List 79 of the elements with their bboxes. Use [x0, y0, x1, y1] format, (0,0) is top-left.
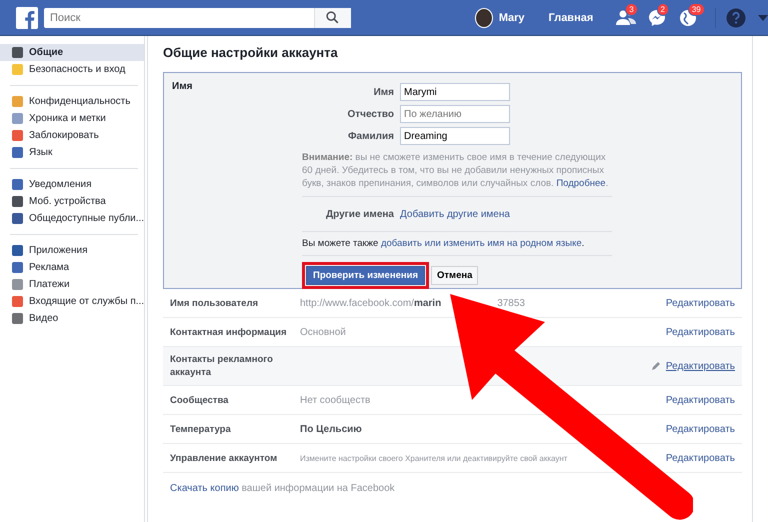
- row-value: По Цельсию: [300, 424, 362, 434]
- learn-more-link[interactable]: Подробнее: [556, 178, 606, 189]
- sidebar-item[interactable]: Входящие от службы п...: [0, 293, 144, 310]
- add-other-names-link[interactable]: Добавить другие имена: [400, 208, 510, 220]
- settings-category-icon: [12, 96, 23, 107]
- help-icon[interactable]: [726, 8, 746, 28]
- settings-category-icon: [12, 279, 23, 290]
- edit-link[interactable]: Редактировать: [666, 394, 735, 406]
- edit-link[interactable]: Редактировать: [666, 298, 735, 308]
- home-link[interactable]: Главная: [548, 12, 594, 24]
- settings-category-icon: [12, 179, 23, 190]
- period-text: .: [606, 178, 608, 189]
- sidebar-item[interactable]: Уведомления: [0, 176, 144, 193]
- sidebar-item[interactable]: Язык: [0, 144, 144, 161]
- settings-category-icon: [12, 213, 23, 224]
- sidebar-item[interactable]: Безопасность и вход: [0, 61, 144, 78]
- settings-category-icon: [12, 113, 23, 124]
- username-url: 37853: [497, 298, 525, 308]
- settings-category-icon: [12, 196, 23, 207]
- edit-link[interactable]: Редактировать: [666, 326, 735, 338]
- input-field[interactable]: По желанию: [400, 105, 510, 123]
- settings-category-icon: [12, 313, 23, 324]
- logo-icon[interactable]: [16, 6, 38, 28]
- cancel-button[interactable]: Отмена: [431, 266, 478, 285]
- edit-link[interactable]: Редактировать: [666, 360, 735, 372]
- notification-count: 39: [688, 2, 705, 16]
- username-url: http://www.facebook.com/marin: [300, 298, 442, 308]
- row-value: Основной: [300, 326, 346, 338]
- section-label: Имя: [172, 81, 194, 94]
- profile-link[interactable]: Mary: [498, 12, 525, 24]
- native-name-link[interactable]: добавить или изменить имя на родном языке: [380, 238, 582, 249]
- input-field[interactable]: Marymi: [400, 83, 510, 101]
- settings-category-icon: [12, 245, 23, 256]
- search-icon[interactable]: [314, 8, 351, 28]
- download-link[interactable]: Скачать копию: [170, 483, 239, 494]
- row-label: Температура: [170, 422, 232, 436]
- row-label: Имя пользователя: [170, 296, 260, 310]
- native-name-text: Вы можете также добавить или изменить имя на родном языке.: [302, 238, 586, 249]
- sidebar-item[interactable]: Приложения: [0, 242, 144, 259]
- sidebar-item[interactable]: Платежи: [0, 276, 144, 293]
- sidebar-item[interactable]: Хроника и метки: [0, 110, 144, 127]
- row-label: Контакты рекламного аккаунта: [170, 353, 274, 379]
- sidebar-item[interactable]: Конфиденциальность: [0, 93, 144, 110]
- avatar-icon[interactable]: [474, 8, 493, 28]
- row-label: Контактная информация: [170, 326, 288, 338]
- pencil-icon: [650, 361, 661, 371]
- notification-button[interactable]: 3: [616, 8, 638, 28]
- sidebar-item[interactable]: Общие: [0, 44, 144, 61]
- row-value: Нет сообществ: [300, 394, 370, 406]
- edit-link[interactable]: Редактировать: [666, 424, 735, 434]
- settings-category-icon: [12, 130, 23, 141]
- settings-category-icon: [12, 47, 23, 58]
- settings-category-icon: [12, 296, 23, 307]
- sidebar-item[interactable]: Реклама: [0, 259, 144, 276]
- review-changes-button[interactable]: Проверить изменения: [306, 266, 425, 285]
- warning-text: Внимание: вы не сможете изменить свое имя в течение следующих 60 дней. Убедитесь в том, что вы не добавили ненужных прописных букв, знаков препинания, символов или случайных слов. Подробнее.: [302, 151, 610, 190]
- page-title: Общие настройки аккаунта: [163, 44, 339, 60]
- settings-category-icon: [12, 147, 23, 158]
- row-label: Сообщества: [170, 394, 230, 406]
- sidebar-item[interactable]: Заблокировать: [0, 127, 144, 144]
- download-text: Скачать копию вашей информации на Facebook: [170, 483, 396, 494]
- field-label: Отчество: [346, 108, 395, 120]
- search-field[interactable]: Поиск: [44, 8, 314, 28]
- edit-link[interactable]: Редактировать: [666, 452, 735, 464]
- field-label: Имя: [372, 86, 395, 98]
- row-value: Измените настройки своего Хранителя или деактивируйте свой аккаунт: [300, 454, 568, 462]
- notification-count: 3: [625, 2, 638, 16]
- notification-count: 2: [656, 2, 669, 16]
- settings-category-icon: [12, 262, 23, 273]
- field-label: Фамилия: [347, 130, 395, 142]
- sidebar-item[interactable]: Общедоступные публи...: [0, 210, 144, 227]
- field-label: Другие имена: [324, 208, 395, 220]
- sidebar-item[interactable]: Видео: [0, 310, 144, 327]
- sidebar-item[interactable]: Моб. устройства: [0, 193, 144, 210]
- row-label: Управление аккаунтом: [170, 452, 278, 464]
- settings-category-icon: [12, 64, 23, 75]
- input-field[interactable]: Dreaming: [400, 127, 510, 145]
- caret-icon[interactable]: [758, 14, 768, 20]
- period-text: .: [582, 238, 584, 249]
